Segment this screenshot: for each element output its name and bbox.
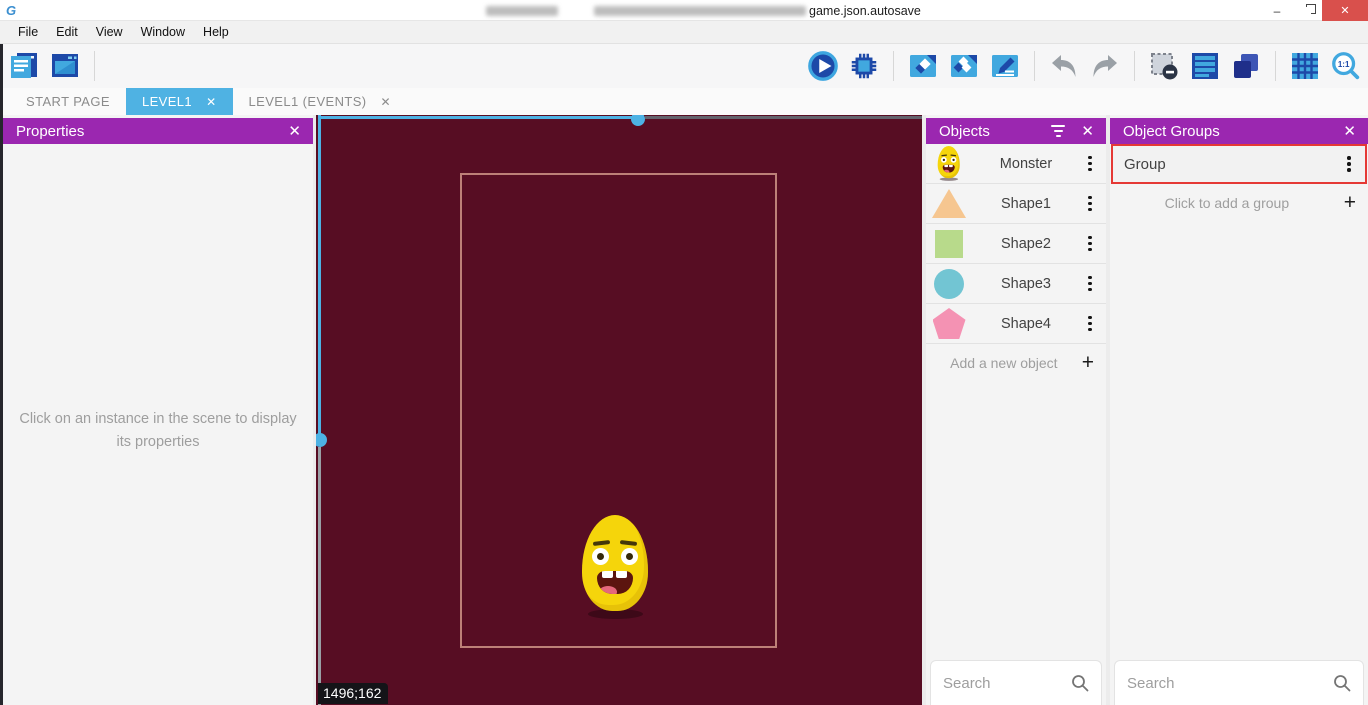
instances-list-icon[interactable]: [1189, 50, 1221, 82]
triangle-icon: [932, 189, 966, 218]
edit-scene-icon[interactable]: [989, 50, 1021, 82]
vertical-scrollbar-knob[interactable]: [316, 433, 327, 447]
horizontal-scrollbar[interactable]: [318, 116, 638, 119]
window-controls: – ✕: [1262, 0, 1368, 21]
cursor-coordinates: 1496;162: [318, 683, 388, 704]
layers-icon[interactable]: [1230, 50, 1262, 82]
close-icon[interactable]: ✕: [1079, 124, 1096, 139]
project-manager-icon[interactable]: [8, 50, 40, 82]
menu-view[interactable]: View: [87, 25, 132, 39]
vertical-scrollbar-track[interactable]: [318, 447, 321, 705]
search-icon: [1333, 674, 1351, 692]
monster-instance[interactable]: [580, 515, 650, 619]
undo-icon[interactable]: [1048, 50, 1080, 82]
group-row[interactable]: Group: [1111, 144, 1367, 184]
menu-file[interactable]: File: [9, 25, 47, 39]
menu-edit[interactable]: Edit: [47, 25, 87, 39]
groups-search: [1114, 660, 1364, 705]
redo-icon[interactable]: [1089, 50, 1121, 82]
plus-icon: +: [1082, 352, 1094, 373]
window-title: game.json.autosave: [486, 0, 921, 21]
monster-icon: [926, 146, 972, 181]
redacted-title-segment: [486, 6, 558, 16]
plus-icon: +: [1344, 192, 1356, 213]
object-label: Shape3: [972, 276, 1080, 292]
menu-help[interactable]: Help: [194, 25, 238, 39]
properties-empty-message: Click on an instance in the scene to dis…: [19, 408, 297, 454]
object-menu-icon[interactable]: [1080, 316, 1100, 332]
object-row-shape2[interactable]: Shape2: [926, 224, 1106, 264]
close-icon[interactable]: ✕: [286, 124, 303, 139]
gdevelop-logo-icon: G: [6, 4, 16, 17]
groups-search-input[interactable]: [1127, 675, 1333, 692]
filter-icon[interactable]: [1051, 125, 1065, 138]
play-icon[interactable]: [807, 50, 839, 82]
objects-search-input[interactable]: [943, 675, 1071, 692]
tab-close-icon[interactable]: ✕: [206, 95, 216, 109]
debug-icon[interactable]: [848, 50, 880, 82]
tab-start-page[interactable]: START PAGE: [10, 88, 126, 115]
add-object-icon[interactable]: [907, 50, 939, 82]
group-menu-icon[interactable]: [1339, 156, 1359, 172]
svg-text:1:1: 1:1: [1338, 60, 1350, 69]
close-icon[interactable]: ✕: [1341, 124, 1358, 139]
properties-panel: Properties ✕ Click on an instance in the…: [3, 115, 313, 705]
object-row-shape4[interactable]: Shape4: [926, 304, 1106, 344]
objects-panel-header: Objects ✕: [926, 118, 1106, 144]
tab-bar: START PAGE LEVEL1 ✕ LEVEL1 (EVENTS) ✕: [3, 88, 1368, 115]
object-row-shape1[interactable]: Shape1: [926, 184, 1106, 224]
circle-icon: [934, 269, 964, 299]
search-icon: [1071, 674, 1089, 692]
grid-icon[interactable]: [1289, 50, 1321, 82]
zoom-1-1-icon[interactable]: 1:1: [1330, 50, 1362, 82]
object-label: Shape1: [972, 196, 1080, 212]
groups-panel-title: Object Groups: [1123, 123, 1220, 140]
tab-close-icon[interactable]: ✕: [381, 95, 391, 109]
horizontal-scrollbar-knob[interactable]: [631, 115, 645, 126]
object-row-shape3[interactable]: Shape3: [926, 264, 1106, 304]
objects-list-icon[interactable]: [948, 50, 980, 82]
menu-bar: File Edit View Window Help: [0, 21, 1368, 44]
add-object-button[interactable]: Add a new object +: [926, 344, 1106, 381]
window-title-text: game.json.autosave: [809, 4, 921, 18]
object-menu-icon[interactable]: [1080, 156, 1100, 172]
add-group-button[interactable]: Click to add a group +: [1110, 184, 1368, 221]
properties-panel-header: Properties ✕: [3, 118, 313, 144]
groups-panel-header: Object Groups ✕: [1110, 118, 1368, 144]
objects-search: [930, 660, 1102, 705]
tab-level1-events[interactable]: LEVEL1 (EVENTS) ✕: [233, 88, 407, 115]
horizontal-scrollbar-track[interactable]: [645, 116, 922, 119]
object-row-monster[interactable]: Monster: [926, 144, 1106, 184]
objects-panel-title: Objects: [939, 123, 990, 140]
object-label: Shape2: [972, 236, 1080, 252]
redacted-title-segment: [594, 6, 806, 16]
object-label: Monster: [972, 156, 1080, 172]
title-bar: G game.json.autosave – ✕: [0, 0, 1368, 21]
group-label: Group: [1113, 156, 1339, 173]
object-menu-icon[interactable]: [1080, 276, 1100, 292]
gdevelop-window: G game.json.autosave – ✕ File Edit View …: [0, 0, 1368, 705]
object-menu-icon[interactable]: [1080, 196, 1100, 212]
toolbar: 1:1: [0, 44, 1368, 88]
objects-panel: Objects ✕ Monster Shape1: [926, 115, 1106, 705]
mask-icon[interactable]: [1148, 50, 1180, 82]
menu-window[interactable]: Window: [132, 25, 194, 39]
minimize-button[interactable]: –: [1262, 0, 1292, 21]
object-groups-panel: Object Groups ✕ Group Click to add a gro…: [1110, 115, 1368, 705]
scene-window-icon[interactable]: [49, 50, 81, 82]
pentagon-icon: [933, 308, 966, 339]
properties-panel-title: Properties: [16, 123, 84, 140]
vertical-scrollbar[interactable]: [318, 115, 321, 437]
monster-body: [582, 515, 648, 611]
object-menu-icon[interactable]: [1080, 236, 1100, 252]
scene-canvas[interactable]: 1496;162: [316, 115, 922, 705]
restore-button[interactable]: [1292, 0, 1322, 21]
close-button[interactable]: ✕: [1322, 0, 1368, 21]
tab-level1[interactable]: LEVEL1 ✕: [126, 88, 233, 115]
restore-icon: [1303, 7, 1311, 15]
square-icon: [935, 230, 963, 258]
object-label: Shape4: [972, 316, 1080, 332]
